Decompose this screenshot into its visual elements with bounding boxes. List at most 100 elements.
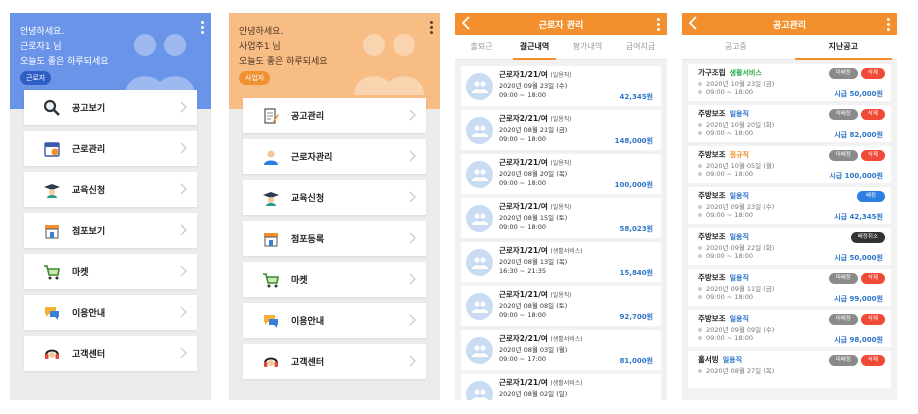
menu-item-0[interactable]: 공고관리	[243, 98, 426, 133]
record-row[interactable]: 근로자2/21/여 (일용직) 2020년 08월 21일 (금) 09:00 ~ …	[461, 110, 661, 150]
document-edit-icon	[261, 106, 281, 126]
chevron-right-icon	[409, 109, 416, 121]
work-time: 09:00 ~ 18:00	[499, 311, 547, 319]
job-row[interactable]: 주방보조 일용직 2020년 10월 20일 (화) 09:00 ~ 18:00 시급 …	[688, 105, 891, 142]
work-date: 2020년 08월 02일 (일)	[499, 390, 568, 398]
top-bar: 공고관리	[682, 13, 897, 35]
job-date-line: 2020년 09월 22일 (화)	[698, 242, 774, 252]
menu-item-1[interactable]: 근로자관리	[243, 139, 426, 174]
job-title: 주방보조	[698, 150, 726, 159]
job-row[interactable]: 주방보조 일용직 2020년 09월 11일 (금) 09:00 ~ 18:00 시급 …	[688, 269, 891, 306]
chevron-right-icon	[180, 101, 187, 113]
record-row[interactable]: 근로자1/21/여 (일용직) 2020년 08월 20일 (목) 09:00 ~ …	[461, 154, 661, 194]
menu-item-6[interactable]: 고객센터	[24, 336, 197, 371]
delete-button[interactable]: 삭제	[860, 273, 885, 284]
action-buttons: 배정	[856, 191, 885, 202]
delete-button[interactable]: 삭제	[860, 355, 885, 366]
menu-item-0[interactable]: 공고보기	[24, 90, 197, 125]
person-icon	[261, 147, 281, 167]
work-type: (생활서비스)	[550, 336, 583, 343]
job-row[interactable]: 주방보조 일용직 2020년 09월 22일 (화) 09:00 ~ 18:00 시급 …	[688, 228, 891, 265]
menu-item-4[interactable]: 마켓	[243, 262, 426, 297]
tab-0[interactable]: 출퇴근	[455, 35, 508, 59]
work-time: 09:00 ~ 18:00	[499, 135, 547, 143]
status-button[interactable]: 미배정	[828, 314, 858, 325]
worker-info: 근로자2/21/여 (일용직)	[499, 113, 572, 124]
record-row[interactable]: 근로자1/21/여 (생활서비스) 2020년 08월 13일 (목) 16:30 …	[461, 242, 661, 282]
user-name: 사업주1 님	[239, 42, 281, 52]
menu-item-2[interactable]: 교육신청	[243, 180, 426, 215]
delete-button[interactable]: 삭제	[860, 314, 885, 325]
hourly-pay: 시급 100,000원	[829, 172, 883, 180]
tab-0[interactable]: 공고중	[682, 35, 790, 59]
chevron-right-icon	[409, 150, 416, 162]
job-title-line: 가구조립 생활서비스	[698, 67, 762, 78]
menu-item-label: 공고보기	[72, 104, 106, 114]
work-type: (일용직)	[550, 72, 572, 79]
job-time: 09:00 ~ 18:00	[706, 129, 754, 137]
page-title: 근로자 관리	[538, 21, 584, 31]
worker-info: 근로자1/21/여 (일용직)	[499, 157, 572, 168]
menu-item-4[interactable]: 마켓	[24, 254, 197, 289]
menu-item-label: 이용안내	[291, 317, 325, 327]
menu-item-label: 교육신청	[72, 186, 106, 196]
action-buttons: 미배정 삭제	[828, 150, 885, 161]
status-button[interactable]: 배정	[856, 191, 885, 202]
tab-2[interactable]: 평가내역	[561, 35, 614, 59]
more-menu-icon[interactable]	[657, 18, 661, 33]
tab-1[interactable]: 결근내역	[508, 35, 561, 60]
status-button[interactable]: 미배정	[828, 68, 858, 79]
menu-item-label: 이용안내	[72, 309, 106, 319]
job-title-line: 주방보조 일용직	[698, 108, 749, 119]
menu-item-3[interactable]: 점포등록	[243, 221, 426, 256]
menu-item-5[interactable]: 이용안내	[24, 295, 197, 330]
chevron-right-icon	[180, 183, 187, 195]
job-row[interactable]: 가구조립 생활서비스 2020년 10월 23일 (금) 09:00 ~ 18:00 시…	[688, 64, 891, 101]
status-button[interactable]: 미배정	[828, 273, 858, 284]
job-time: 09:00 ~ 18:00	[706, 334, 754, 342]
tab-3[interactable]: 급여지급	[614, 35, 667, 59]
job-title-line: 주방보조 일용직	[698, 190, 749, 201]
menu-item-3[interactable]: 점포보기	[24, 213, 197, 248]
store-icon	[261, 229, 281, 249]
work-type: (생활서비스)	[550, 248, 583, 255]
job-type: 일용직	[729, 233, 749, 241]
job-row[interactable]: 주방보조 일용직 2020년 09월 23일 (수) 09:00 ~ 18:00 시급 …	[688, 187, 891, 224]
status-button[interactable]: 미배정	[828, 150, 858, 161]
more-menu-icon[interactable]	[887, 18, 891, 33]
store-icon	[42, 221, 62, 241]
menu-item-5[interactable]: 이용안내	[243, 303, 426, 338]
status-button[interactable]: 미배정	[828, 109, 858, 120]
worker-avatar-icon	[466, 381, 493, 400]
pay-amount: 100,000원	[614, 181, 653, 189]
job-date-line: 2020년 10월 23일 (금)	[698, 78, 774, 88]
chevron-right-icon	[409, 191, 416, 203]
job-row[interactable]: 주방보조 일용직 2020년 09월 09일 (수) 09:00 ~ 18:00 시급 …	[688, 310, 891, 347]
work-time: 09:00 ~ 17:00	[499, 355, 547, 363]
job-type: 생활서비스	[729, 69, 762, 77]
record-row[interactable]: 근로자2/21/여 (생활서비스) 2020년 08월 03일 (월) 09:00 …	[461, 330, 661, 370]
status-button[interactable]: 미배정	[828, 355, 858, 366]
menu-item-2[interactable]: 교육신청	[24, 172, 197, 207]
delete-button[interactable]: 삭제	[860, 150, 885, 161]
work-date: 2020년 08월 13일 (목)	[499, 258, 568, 266]
bullet-icon	[698, 172, 702, 176]
record-row[interactable]: 근로자1/21/여 (일용직) 2020년 08월 15일 (토) 09:00 ~ …	[461, 198, 661, 238]
menu-item-label: 근로관리	[72, 145, 106, 155]
work-date: 2020년 08월 03일 (월)	[499, 346, 568, 354]
work-time: 09:00 ~ 18:00	[499, 91, 547, 99]
menu-item-1[interactable]: 근로관리	[24, 131, 197, 166]
delete-button[interactable]: 삭제	[860, 109, 885, 120]
tab-1[interactable]: 지난공고	[790, 35, 898, 60]
record-row[interactable]: 근로자1/21/여 (일용직) 2020년 09월 23일 (수) 09:00 ~ …	[461, 66, 661, 106]
status-button[interactable]: 배정취소	[850, 232, 885, 243]
record-row[interactable]: 근로자1/21/여 (일용직) 2020년 08월 08일 (토) 09:00 ~ …	[461, 286, 661, 326]
job-row[interactable]: 주방보조 정규직 2020년 10월 05일 (월) 09:00 ~ 18:00 시급 …	[688, 146, 891, 183]
menu-item-label: 점포보기	[72, 227, 106, 237]
record-row[interactable]: 근로자1/21/여 (생활서비스) 2020년 08월 02일 (일)09:00 …	[461, 374, 661, 400]
menu-item-6[interactable]: 고객센터	[243, 344, 426, 379]
job-row[interactable]: 홀서빙 일용직 2020년 08월 27일 (목) 미배정 삭제	[688, 351, 891, 388]
delete-button[interactable]: 삭제	[860, 68, 885, 79]
job-date: 2020년 10월 23일 (금)	[706, 80, 775, 88]
work-date: 2020년 08월 21일 (금)	[499, 126, 568, 134]
